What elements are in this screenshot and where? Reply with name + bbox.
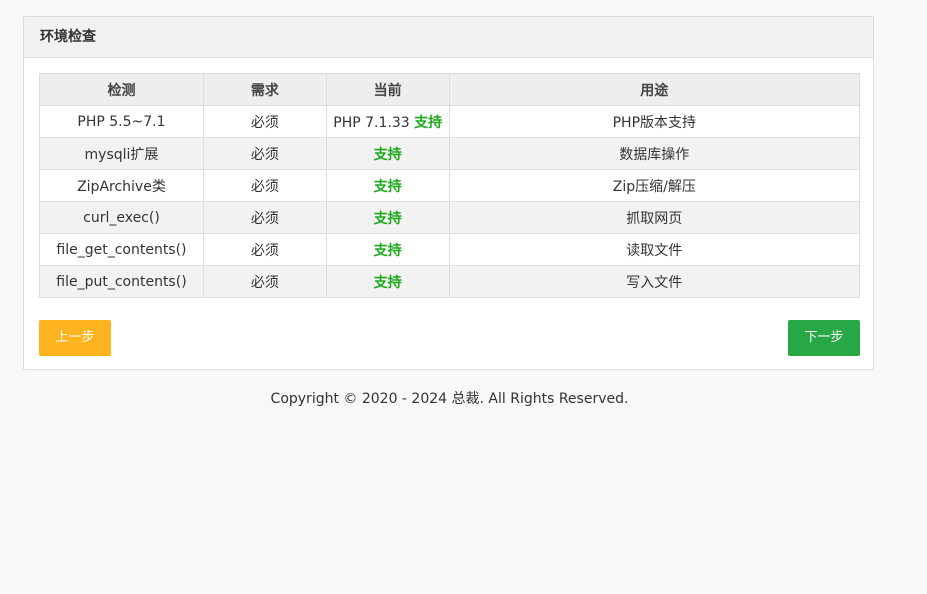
environment-check-table: 检测 需求 当前 用途 PHP 5.5~7.1 必须 PHP 7.1.33 支持… [39,73,861,298]
cell-require: 必须 [202,265,327,298]
status-supported: 支持 [414,114,443,131]
header-check: 检测 [39,73,204,106]
table-row: file_get_contents() 必须 支持 读取文件 [39,233,861,266]
cell-check: PHP 5.5~7.1 [39,105,204,138]
header-purpose: 用途 [448,73,861,106]
table-row: curl_exec() 必须 支持 抓取网页 [39,201,861,234]
environment-check-panel: 环境检查 检测 需求 当前 用途 PHP 5.5~7.1 必须 PHP 7.1.… [23,16,874,370]
status-supported: 支持 [373,210,402,227]
footer-copyright: Copyright © 2020 - 2024 总裁. All Rights R… [270,391,629,407]
cell-check: file_put_contents() [39,265,204,298]
cell-purpose: Zip压缩/解压 [448,169,861,202]
cell-purpose: 数据库操作 [448,137,861,170]
cell-current: 支持 [325,137,450,170]
cell-require: 必须 [202,137,327,170]
cell-require: 必须 [202,201,327,234]
cell-check: file_get_contents() [39,233,204,266]
cell-purpose: 抓取网页 [448,201,861,234]
cell-current: PHP 7.1.33 支持 [325,105,450,138]
header-require: 需求 [202,73,327,106]
cell-require: 必须 [202,233,327,266]
status-supported: 支持 [373,274,402,291]
cell-current: 支持 [325,265,450,298]
cell-check: mysqli扩展 [39,137,204,170]
cell-purpose: 读取文件 [448,233,861,266]
cell-current: 支持 [325,233,450,266]
current-version: PHP 7.1.33 [333,114,410,131]
table-row: PHP 5.5~7.1 必须 PHP 7.1.33 支持 PHP版本支持 [39,105,861,138]
cell-current: 支持 [325,169,450,202]
cell-check: curl_exec() [39,201,204,234]
table-row: file_put_contents() 必须 支持 写入文件 [39,265,861,298]
cell-current: 支持 [325,201,450,234]
status-supported: 支持 [373,178,402,195]
cell-purpose: 写入文件 [448,265,861,298]
table-row: mysqli扩展 必须 支持 数据库操作 [39,137,861,170]
table-row: ZipArchive类 必须 支持 Zip压缩/解压 [39,169,861,202]
cell-require: 必须 [202,169,327,202]
cell-check: ZipArchive类 [39,169,204,202]
cell-purpose: PHP版本支持 [448,105,861,138]
status-supported: 支持 [373,146,402,163]
cell-require: 必须 [202,105,327,138]
header-current: 当前 [325,73,450,106]
table-header-row: 检测 需求 当前 用途 [39,73,861,106]
status-supported: 支持 [373,242,402,259]
next-step-button[interactable]: 下一步 [788,320,860,356]
panel-title: 环境检查 [24,17,873,58]
prev-step-button[interactable]: 上一步 [39,320,111,356]
